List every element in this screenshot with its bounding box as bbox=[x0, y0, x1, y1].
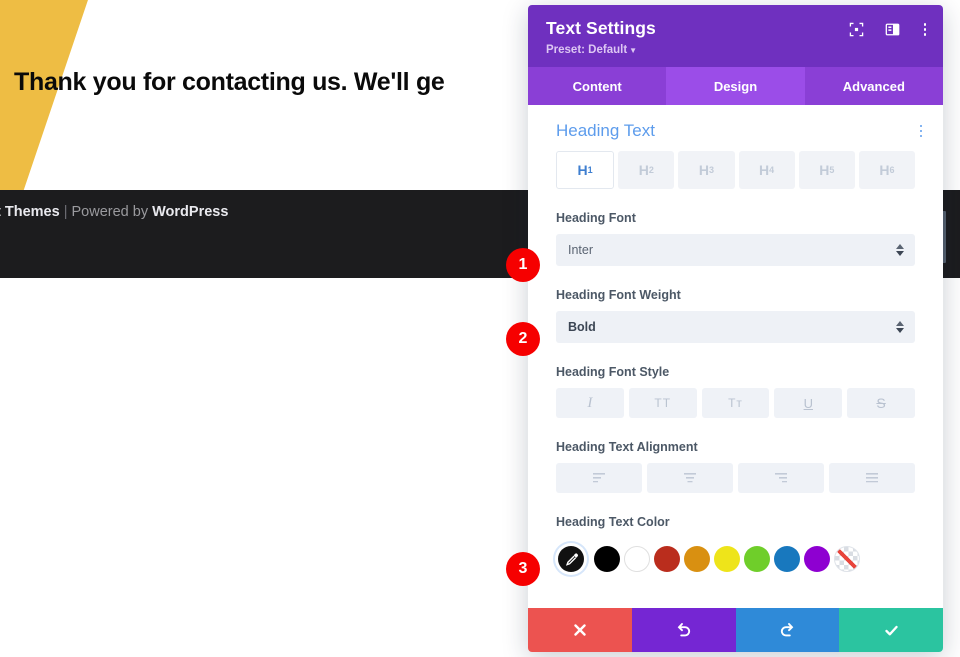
cancel-button[interactable] bbox=[528, 608, 632, 652]
h3-sub: 3 bbox=[708, 165, 714, 175]
color-swatch-white[interactable] bbox=[624, 546, 650, 572]
h6-sub: 6 bbox=[889, 165, 895, 175]
color-swatch-dark-red[interactable] bbox=[654, 546, 680, 572]
italic-glyph: I bbox=[587, 394, 593, 411]
underline-glyph: U bbox=[803, 395, 813, 411]
h1-sub: 1 bbox=[587, 165, 593, 175]
text-settings-panel: Text Settings Preset: Default ▼ Content … bbox=[528, 5, 943, 652]
h4-sub: 4 bbox=[769, 165, 775, 175]
heading-level-tabs: H1 H2 H3 H4 H5 H6 bbox=[528, 151, 943, 189]
redo-icon bbox=[781, 623, 794, 637]
footer-brand: WordPress bbox=[152, 204, 229, 220]
page-heading: Thank you for contacting us. We'll ge bbox=[14, 68, 445, 96]
color-swatch-green[interactable] bbox=[744, 546, 770, 572]
h4-label: H bbox=[759, 162, 770, 178]
chevron-updown-icon bbox=[896, 244, 904, 256]
h2-sub: 2 bbox=[648, 165, 654, 175]
uppercase-icon[interactable]: TT bbox=[628, 388, 697, 418]
undo-icon bbox=[677, 623, 690, 637]
heading-text-alignment-label: Heading Text Alignment bbox=[556, 440, 698, 454]
h5-sub: 5 bbox=[829, 165, 835, 175]
step-badge-3: 3 bbox=[506, 552, 540, 586]
heading-font-select[interactable]: Inter bbox=[556, 234, 915, 266]
section-options-icon[interactable] bbox=[917, 124, 926, 138]
underline-icon[interactable]: U bbox=[774, 388, 843, 418]
chevron-updown-icon bbox=[896, 321, 904, 333]
heading-font-weight-field: Heading Font Weight Bold bbox=[528, 266, 943, 343]
heading-level-h2[interactable]: H2 bbox=[618, 151, 675, 189]
panel-body: Heading Text H1 H2 H3 H4 H5 H6 Heading F… bbox=[528, 105, 943, 608]
check-icon bbox=[884, 625, 898, 635]
preset-selector[interactable]: Preset: Default ▼ bbox=[546, 44, 925, 56]
heading-level-h3[interactable]: H3 bbox=[678, 151, 735, 189]
color-swatch-black[interactable] bbox=[594, 546, 620, 572]
step-badge-2: 2 bbox=[506, 322, 540, 356]
h5-label: H bbox=[819, 162, 830, 178]
panel-header-actions bbox=[849, 22, 930, 37]
heading-font-style-buttons: I TT Tᴛ U S bbox=[528, 388, 943, 418]
undo-button[interactable] bbox=[631, 608, 736, 652]
color-swatch-blue[interactable] bbox=[774, 546, 800, 572]
color-swatch-purple[interactable] bbox=[804, 546, 830, 572]
h2-label: H bbox=[638, 162, 649, 178]
color-swatch-orange[interactable] bbox=[684, 546, 710, 572]
heading-text-alignment-field: Heading Text Alignment bbox=[528, 418, 943, 454]
chevron-down-icon: ▼ bbox=[629, 46, 638, 55]
color-swatch-yellow[interactable] bbox=[714, 546, 740, 572]
small-caps-glyph: Tᴛ bbox=[728, 396, 743, 410]
redo-button[interactable] bbox=[735, 608, 840, 652]
panel-tabs: Content Design Advanced bbox=[528, 67, 943, 105]
color-swatch-transparent[interactable] bbox=[834, 546, 860, 572]
tab-design[interactable]: Design bbox=[666, 67, 805, 105]
heading-level-h1[interactable]: H1 bbox=[556, 151, 615, 189]
heading-level-h5[interactable]: H5 bbox=[798, 151, 855, 189]
heading-level-h6[interactable]: H6 bbox=[858, 151, 916, 189]
heading-text-alignment-buttons bbox=[528, 463, 943, 493]
focus-frame-icon[interactable] bbox=[849, 22, 864, 37]
align-right-icon[interactable] bbox=[738, 463, 824, 493]
footer-powered-by: Powered by bbox=[71, 204, 149, 220]
decorative-yellow-shape bbox=[0, 0, 90, 194]
heading-font-weight-label: Heading Font Weight bbox=[556, 288, 681, 302]
section-title: Heading Text bbox=[556, 121, 655, 140]
heading-font-style-field: Heading Font Style bbox=[528, 343, 943, 379]
uppercase-glyph: TT bbox=[654, 396, 672, 410]
step-badge-1: 1 bbox=[506, 248, 540, 282]
close-icon bbox=[574, 624, 586, 636]
align-justify-icon[interactable] bbox=[829, 463, 915, 493]
heading-font-value: Inter bbox=[568, 243, 594, 257]
heading-font-field: Heading Font Inter bbox=[528, 189, 943, 266]
heading-text-color-swatches bbox=[528, 538, 943, 572]
strikethrough-icon[interactable]: S bbox=[847, 388, 915, 418]
italic-icon[interactable]: I bbox=[556, 388, 624, 418]
tab-content[interactable]: Content bbox=[528, 67, 666, 105]
heading-font-weight-select[interactable]: Bold bbox=[556, 311, 915, 343]
eyedropper-icon[interactable] bbox=[558, 546, 584, 572]
footer-separator: | bbox=[63, 204, 68, 220]
strikethrough-glyph: S bbox=[876, 395, 886, 411]
heading-text-color-label: Heading Text Color bbox=[556, 515, 670, 529]
small-caps-icon[interactable]: Tᴛ bbox=[701, 388, 770, 418]
preset-label: Preset: Default bbox=[546, 44, 628, 56]
align-center-icon[interactable] bbox=[647, 463, 733, 493]
h1-label: H bbox=[577, 162, 588, 178]
save-button[interactable] bbox=[839, 608, 943, 652]
heading-text-color-field: Heading Text Color bbox=[528, 493, 943, 529]
site-footer-credit: t Themes | Powered by WordPress bbox=[0, 204, 228, 220]
heading-text-section-header: Heading Text bbox=[528, 105, 943, 151]
h6-label: H bbox=[879, 162, 890, 178]
heading-font-label: Heading Font bbox=[556, 211, 636, 225]
more-options-icon[interactable] bbox=[921, 23, 930, 36]
layout-split-icon[interactable] bbox=[885, 22, 900, 37]
footer-theme-name: t Themes bbox=[0, 204, 60, 220]
heading-level-h4[interactable]: H4 bbox=[738, 151, 795, 189]
screenshot-stage: Thank you for contacting us. We'll ge t … bbox=[0, 0, 960, 657]
tab-advanced[interactable]: Advanced bbox=[805, 67, 943, 105]
heading-font-style-label: Heading Font Style bbox=[556, 365, 670, 379]
h3-label: H bbox=[698, 162, 709, 178]
panel-header: Text Settings Preset: Default ▼ bbox=[528, 5, 943, 67]
heading-font-weight-value: Bold bbox=[568, 320, 596, 334]
align-left-icon[interactable] bbox=[556, 463, 642, 493]
panel-footer-actions bbox=[528, 608, 943, 652]
